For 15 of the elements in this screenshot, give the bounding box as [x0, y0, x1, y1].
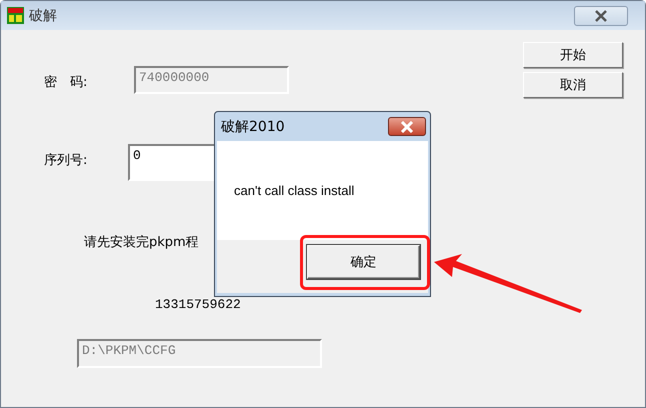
window-title: 破解 — [29, 6, 57, 24]
close-icon — [400, 120, 414, 132]
close-icon — [594, 10, 608, 22]
cancel-button[interactable]: 取消 — [523, 72, 623, 98]
field-label: 密 码: — [43, 74, 88, 91]
phone-number: 13315759622 — [155, 297, 242, 312]
start-button[interactable]: 开始 — [523, 42, 623, 68]
field-label: 序列号: — [43, 152, 88, 169]
app-logo-icon — [7, 7, 24, 24]
dialog-title: 破解2010 — [221, 118, 285, 136]
close-button[interactable] — [388, 117, 426, 136]
dialog-message: can't call class install — [234, 183, 354, 198]
ok-button[interactable]: 确定 — [307, 245, 420, 279]
close-button[interactable] — [574, 6, 628, 26]
notice-text: 请先安装完pkpm程 — [84, 234, 200, 251]
